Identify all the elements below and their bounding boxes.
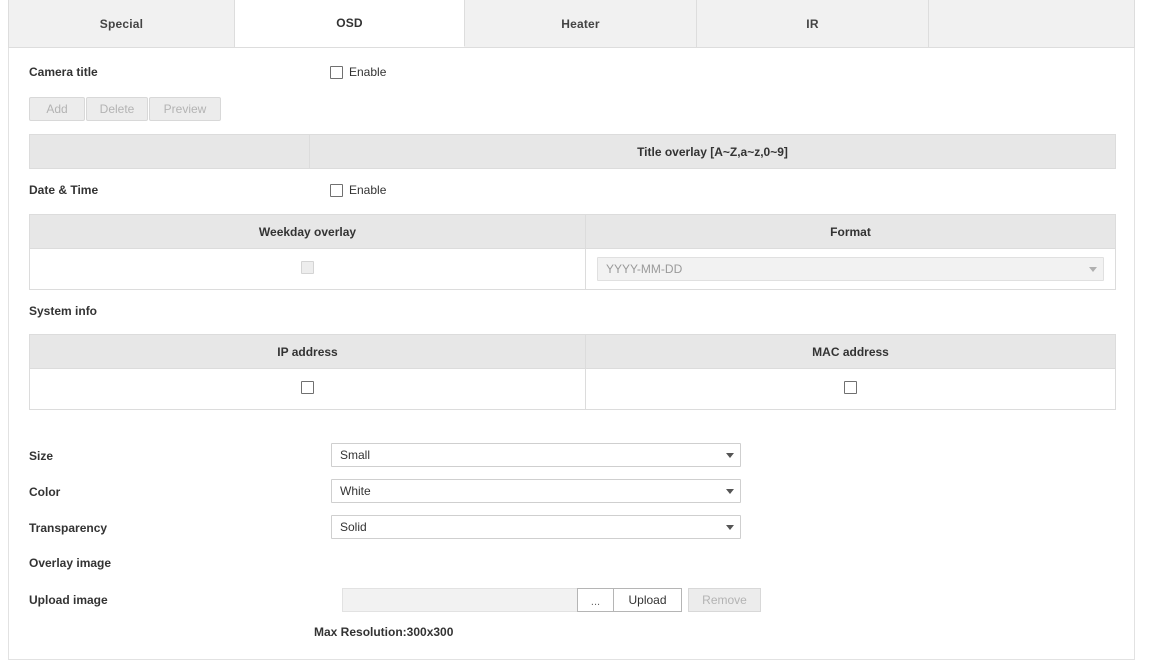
upload-image-label: Upload image xyxy=(29,593,108,607)
table-header-row: IP address MAC address xyxy=(29,334,1116,369)
osd-settings-page: Special OSD Heater IR Camera title Enabl… xyxy=(0,0,1158,670)
checkbox-box xyxy=(330,183,343,197)
weekday-overlay-col-header: Weekday overlay xyxy=(29,214,586,249)
title-overlay-table: Title overlay [A~Z,a~z,0~9] xyxy=(29,134,1116,169)
tab-osd-label: OSD xyxy=(336,16,363,30)
overlay-image-label: Overlay image xyxy=(29,556,112,570)
browse-button[interactable]: ... xyxy=(577,588,614,612)
table-header-row: Weekday overlay Format xyxy=(29,214,1116,249)
ip-address-cell xyxy=(29,368,586,410)
tab-bar-filler xyxy=(929,0,1135,47)
preview-button[interactable]: Preview xyxy=(149,97,221,121)
camera-title-label: Camera title xyxy=(29,65,98,79)
camera-title-enable-label: Enable xyxy=(349,65,387,79)
date-time-enable-label: Enable xyxy=(349,183,387,197)
settings-tab-bar: Special OSD Heater IR xyxy=(8,0,1135,48)
osd-settings-panel: Camera title Enable Add Delete Preview T… xyxy=(8,48,1135,660)
camera-title-button-group: Add Delete Preview xyxy=(29,97,221,121)
weekday-overlay-cell xyxy=(29,248,586,290)
date-time-label: Date & Time xyxy=(29,183,99,197)
overlay-image-row: Overlay image xyxy=(29,556,111,570)
date-time-enable-checkbox[interactable]: Enable xyxy=(330,183,386,197)
color-select[interactable]: White xyxy=(331,479,741,503)
weekday-overlay-checkbox[interactable] xyxy=(301,261,314,274)
tab-osd[interactable]: OSD xyxy=(235,0,465,47)
size-label: Size xyxy=(29,449,54,463)
date-format-value: YYYY-MM-DD xyxy=(606,262,683,276)
upload-image-controls: ... Upload Remove xyxy=(342,588,761,612)
upload-image-row: Upload image xyxy=(29,593,108,607)
tab-heater-label: Heater xyxy=(561,16,600,31)
mac-address-col-header: MAC address xyxy=(585,334,1116,369)
transparency-label: Transparency xyxy=(29,521,108,535)
table-header-row: Title overlay [A~Z,a~z,0~9] xyxy=(29,134,1116,169)
chevron-down-icon xyxy=(726,489,734,494)
chevron-down-icon xyxy=(1089,267,1097,272)
tab-heater[interactable]: Heater xyxy=(465,0,697,47)
format-col-header: Format xyxy=(585,214,1116,249)
system-info-row: System info xyxy=(29,304,97,318)
date-format-select[interactable]: YYYY-MM-DD xyxy=(597,257,1104,281)
table-row xyxy=(29,368,1116,410)
chevron-down-icon xyxy=(726,525,734,530)
add-button[interactable]: Add xyxy=(29,97,85,121)
date-time-enable-row: Enable xyxy=(330,183,386,197)
size-value: Small xyxy=(340,448,371,462)
tab-special-label: Special xyxy=(99,16,144,31)
date-time-table: Weekday overlay Format YYYY-MM-DD xyxy=(29,214,1116,290)
color-row: Color xyxy=(29,485,60,499)
date-time-row: Date & Time xyxy=(29,183,98,197)
color-label: Color xyxy=(29,485,61,499)
title-overlay-col-header: Title overlay [A~Z,a~z,0~9] xyxy=(309,134,1116,169)
ip-address-checkbox[interactable] xyxy=(301,381,314,394)
mac-address-checkbox[interactable] xyxy=(844,381,857,394)
mac-address-cell xyxy=(585,368,1116,410)
camera-title-row: Camera title xyxy=(29,65,98,79)
ip-address-col-header: IP address xyxy=(29,334,586,369)
max-resolution-note: Max Resolution:300x300 xyxy=(314,625,454,639)
transparency-value: Solid xyxy=(340,520,367,534)
title-overlay-col-blank xyxy=(29,134,310,169)
format-cell: YYYY-MM-DD xyxy=(585,248,1116,290)
size-select[interactable]: Small xyxy=(331,443,741,467)
tab-ir[interactable]: IR xyxy=(697,0,929,47)
tab-special[interactable]: Special xyxy=(8,0,235,47)
upload-button[interactable]: Upload xyxy=(614,588,682,612)
checkbox-box xyxy=(330,65,343,79)
upload-file-path-input[interactable] xyxy=(342,588,577,612)
system-info-table: IP address MAC address xyxy=(29,334,1116,410)
color-value: White xyxy=(340,484,371,498)
size-row: Size xyxy=(29,449,53,463)
delete-button[interactable]: Delete xyxy=(86,97,148,121)
camera-title-enable-row: Enable xyxy=(330,65,386,79)
tab-ir-label: IR xyxy=(806,16,819,31)
transparency-row: Transparency xyxy=(29,521,107,535)
camera-title-enable-checkbox[interactable]: Enable xyxy=(330,65,386,79)
table-row: YYYY-MM-DD xyxy=(29,248,1116,290)
system-info-label: System info xyxy=(29,304,98,318)
transparency-select[interactable]: Solid xyxy=(331,515,741,539)
chevron-down-icon xyxy=(726,453,734,458)
remove-button[interactable]: Remove xyxy=(688,588,761,612)
